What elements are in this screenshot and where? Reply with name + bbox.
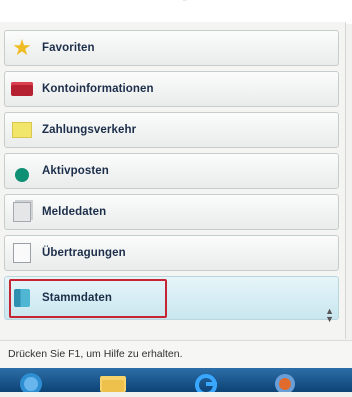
- nav-item-kontoinformationen[interactable]: Kontoinformationen: [4, 71, 339, 107]
- navigation-list: ★ Favoriten Kontoinformationen Zahlungsv…: [4, 30, 339, 325]
- top-mark: ": [183, 0, 187, 8]
- taskbar: [0, 368, 352, 396]
- nav-item-label: Aktivposten: [42, 165, 109, 177]
- media-icon[interactable]: [268, 372, 302, 394]
- scroll-down-icon[interactable]: ▲ ▼: [325, 307, 334, 324]
- green-ball-icon: [11, 161, 33, 182]
- status-text: Drücken Sie F1, um Hilfe zu erhalten.: [8, 348, 183, 360]
- nav-item-label: Übertragungen: [42, 247, 126, 259]
- nav-item-zahlungsverkehr[interactable]: Zahlungsverkehr: [4, 112, 339, 148]
- nav-item-favoriten[interactable]: ★ Favoriten: [4, 30, 339, 66]
- explorer-icon[interactable]: [94, 372, 132, 392]
- nav-item-meldedaten[interactable]: Meldedaten: [4, 194, 339, 230]
- nav-item-label: Zahlungsverkehr: [42, 124, 137, 136]
- nav-item-label: Meldedaten: [42, 206, 107, 218]
- nav-item-label: Favoriten: [42, 42, 95, 54]
- nav-item-stammdaten[interactable]: Stammdaten: [4, 276, 339, 320]
- window-top-strip: ": [0, 0, 352, 24]
- nav-item-aktivposten[interactable]: Aktivposten: [4, 153, 339, 189]
- nav-item-uebertragungen[interactable]: Übertragungen: [4, 235, 339, 271]
- transfer-icon: [11, 243, 33, 263]
- status-bar: Drücken Sie F1, um Hilfe zu erhalten.: [0, 340, 352, 369]
- payment-icon: [11, 120, 33, 140]
- ie-icon[interactable]: [190, 372, 222, 396]
- master-data-icon: [11, 288, 33, 308]
- nav-item-label: Stammdaten: [42, 292, 113, 304]
- nav-item-label: Kontoinformationen: [42, 83, 154, 95]
- start-orb-icon[interactable]: [14, 372, 48, 395]
- report-icon: [11, 202, 33, 222]
- wallet-icon: [11, 79, 33, 99]
- star-icon: ★: [12, 35, 32, 60]
